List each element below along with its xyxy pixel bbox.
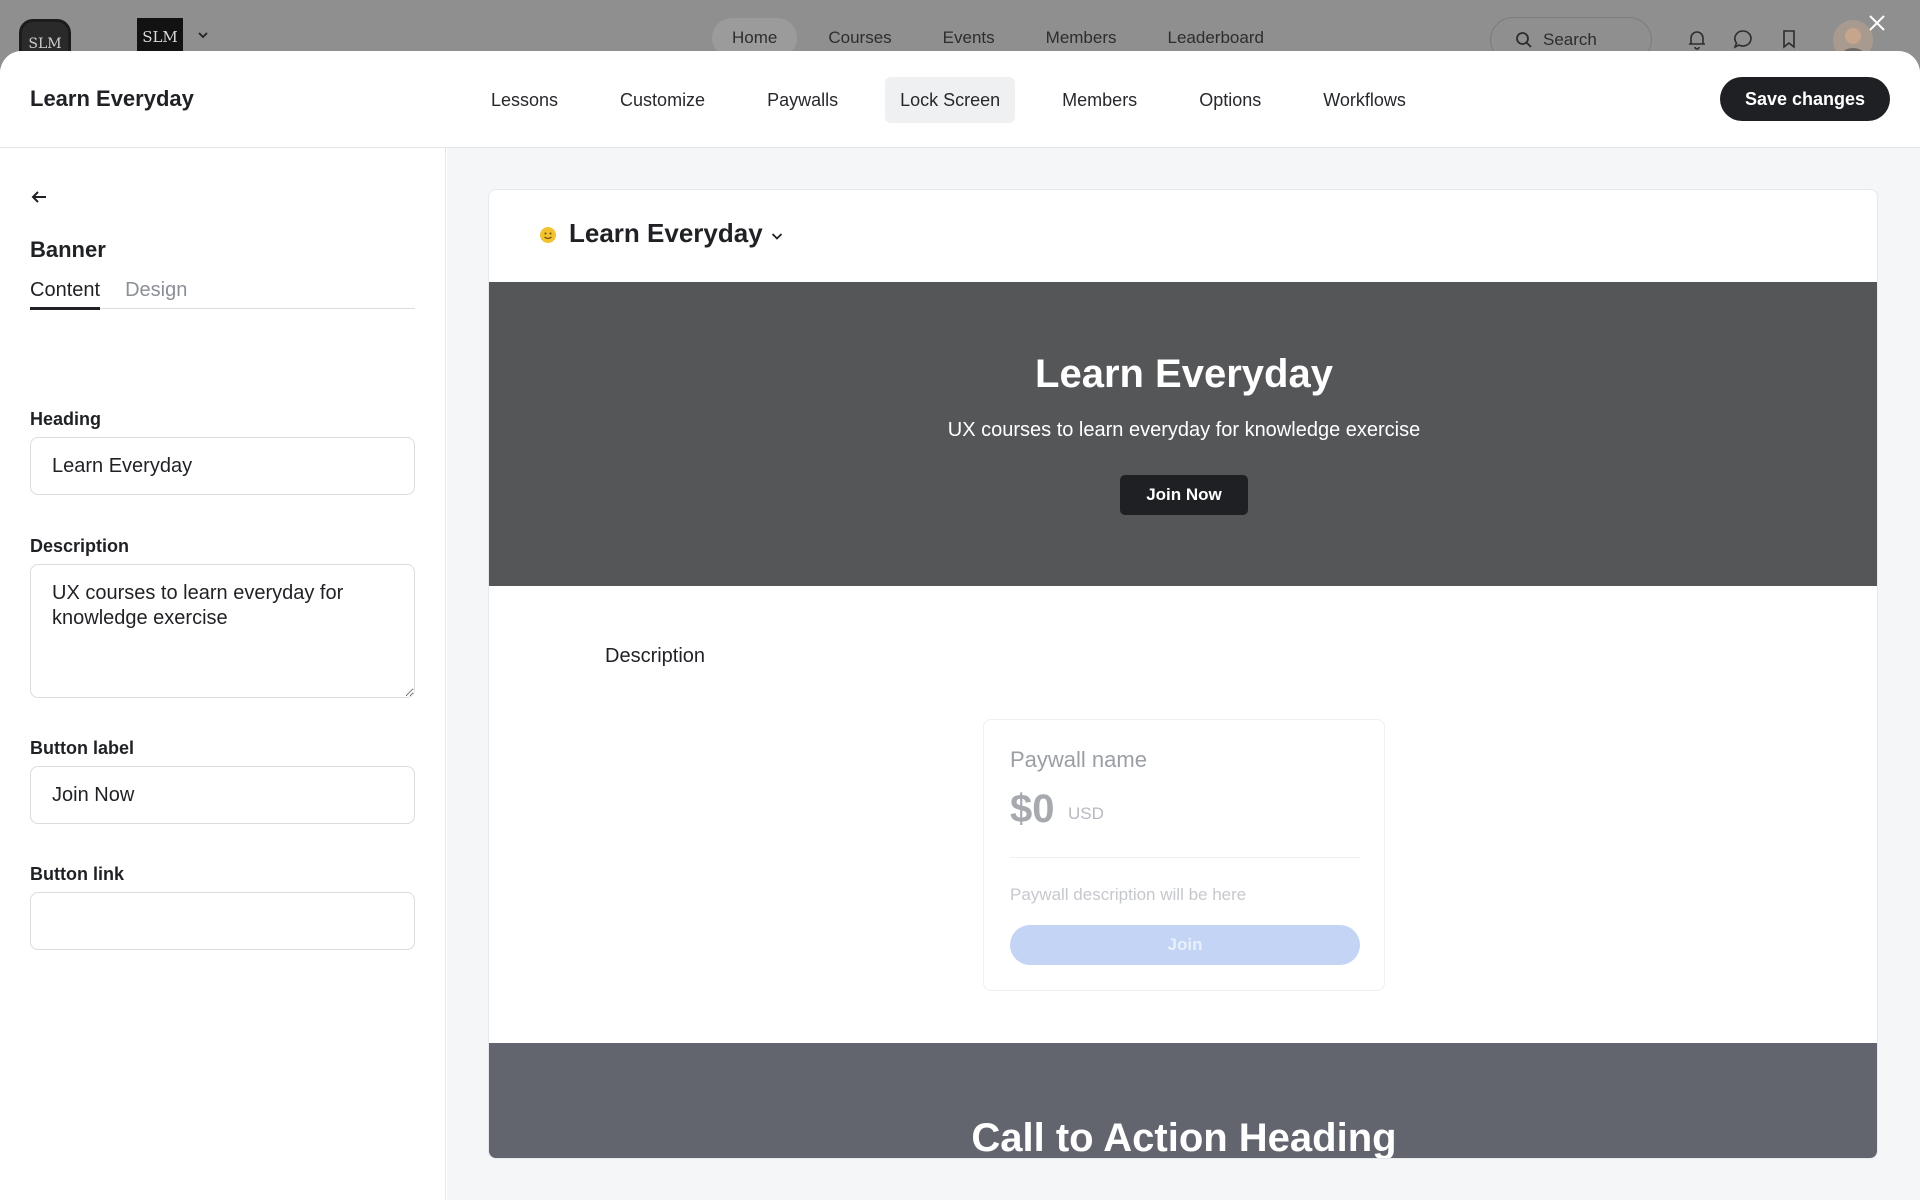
paywall-description: Paywall description will be here: [1010, 885, 1247, 904]
join-now-button[interactable]: Join Now: [1120, 475, 1248, 515]
paywall-join-button[interactable]: Join: [1010, 925, 1360, 965]
lock-screen-preview: Learn Everyday Learn Everyday UX courses…: [488, 189, 1878, 1159]
heading-input[interactable]: [30, 437, 415, 495]
arrow-left-icon[interactable]: [28, 186, 50, 208]
tab-design[interactable]: Design: [125, 279, 187, 309]
save-changes-button[interactable]: Save changes: [1720, 77, 1890, 121]
settings-sidebar: Banner Content Design Heading Descriptio…: [0, 148, 446, 1200]
button-link-label: Button link: [30, 864, 124, 884]
tab-workflows[interactable]: Workflows: [1308, 77, 1421, 123]
tab-lock-screen[interactable]: Lock Screen: [885, 77, 1016, 123]
search-label: Search: [1543, 30, 1597, 49]
tab-options[interactable]: Options: [1184, 77, 1276, 123]
tab-lessons[interactable]: Lessons: [476, 77, 573, 123]
lock-screen-editor-modal: Learn Everyday Lessons Customize Paywall…: [0, 51, 1920, 1200]
chevron-down-icon[interactable]: [196, 28, 210, 42]
heading-label: Heading: [30, 409, 102, 429]
button-link-input[interactable]: [30, 892, 415, 950]
tab-paywalls[interactable]: Paywalls: [752, 77, 853, 123]
tab-customize[interactable]: Customize: [605, 77, 720, 123]
bookmark-icon[interactable]: [1778, 28, 1800, 50]
tab-members[interactable]: Members: [1047, 77, 1152, 123]
bell-icon[interactable]: [1686, 28, 1708, 50]
paywall-divider: [1010, 857, 1360, 858]
chevron-down-icon[interactable]: [769, 228, 785, 244]
emoji-icon: [540, 227, 556, 243]
content-design-tabs: Content Design: [30, 279, 415, 310]
close-icon[interactable]: [1866, 12, 1888, 34]
paywall-name: Paywall name: [1010, 747, 1147, 772]
search-icon: [1516, 32, 1532, 48]
preview-course-title: Learn Everyday: [569, 218, 763, 248]
editor-topbar: Learn Everyday Lessons Customize Paywall…: [0, 51, 1920, 148]
editor-tabs: Lessons Customize Paywalls Lock Screen M…: [476, 77, 1453, 123]
space-logo-text: SLM: [142, 28, 178, 46]
paywall-card[interactable]: Paywall name $0 USD Paywall description …: [983, 719, 1385, 991]
description-label: Description: [30, 536, 130, 556]
description-section-label: Description: [605, 645, 706, 667]
paywall-price: $0: [1010, 787, 1055, 831]
tab-content[interactable]: Content: [30, 279, 101, 310]
cta-heading: Call to Action Heading: [971, 1116, 1397, 1159]
community-logo-text: SLM: [28, 36, 62, 52]
paywall-currency: USD: [1068, 804, 1104, 823]
preview-header: Learn Everyday: [489, 190, 1877, 282]
banner-section[interactable]: Learn Everyday UX courses to learn every…: [489, 282, 1877, 586]
section-title: Banner: [30, 237, 106, 262]
cta-section[interactable]: Call to Action Heading: [489, 1043, 1877, 1159]
button-label-label: Button label: [30, 738, 134, 758]
chat-icon[interactable]: [1732, 28, 1754, 50]
banner-heading: Learn Everyday: [1035, 352, 1333, 396]
course-title: Learn Everyday: [30, 86, 194, 111]
description-textarea[interactable]: UX courses to learn everyday for knowled…: [30, 564, 415, 698]
button-label-input[interactable]: [30, 766, 415, 824]
preview-canvas: Learn Everyday Learn Everyday UX courses…: [447, 148, 1920, 1200]
banner-description: UX courses to learn everyday for knowled…: [947, 419, 1421, 441]
